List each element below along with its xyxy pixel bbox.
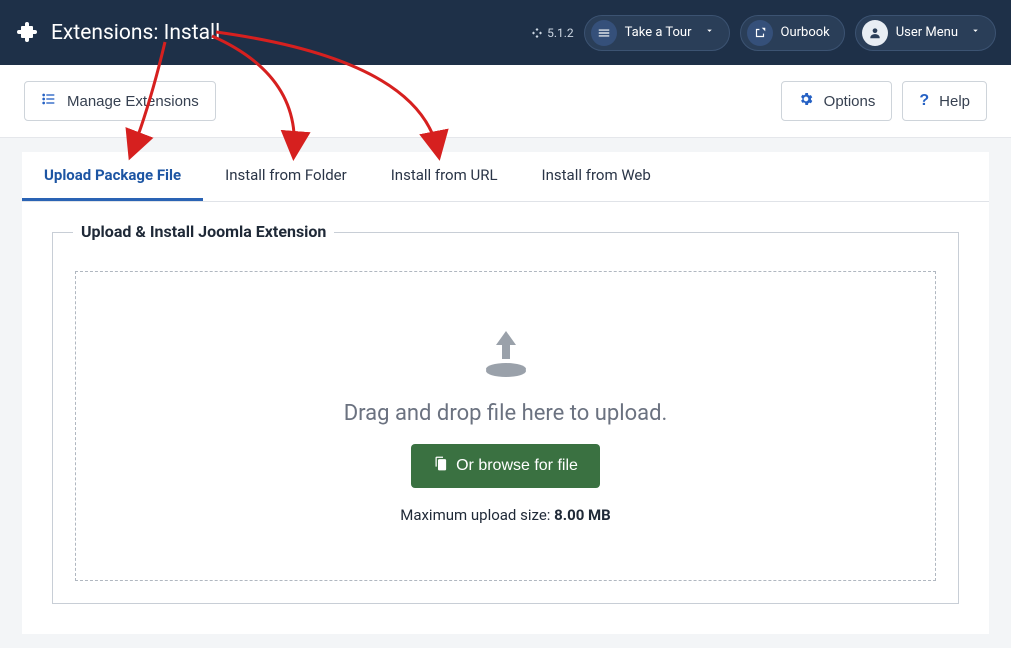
ourbook-label: Ourbook — [781, 25, 830, 40]
toolbar: Manage Extensions Options ? Help — [0, 65, 1011, 138]
puzzle-icon — [15, 19, 39, 47]
admin-header: Extensions: Install 5.1.2 Take a Tour Ou… — [0, 0, 1011, 65]
install-tabs: Upload Package File Install from Folder … — [22, 152, 989, 202]
max-upload-size: Maximum upload size: 8.00 MB — [400, 506, 611, 524]
version-badge: 5.1.2 — [531, 26, 574, 40]
gear-icon — [798, 91, 814, 111]
dropzone[interactable]: Drag and drop file here to upload. Or br… — [75, 271, 936, 581]
question-icon: ? — [919, 92, 929, 110]
content: Upload Package File Install from Folder … — [0, 138, 1011, 648]
user-icon — [862, 20, 888, 46]
tour-icon — [591, 20, 617, 46]
drop-text: Drag and drop file here to upload. — [344, 401, 668, 426]
upload-icon — [478, 329, 534, 383]
chevron-down-icon — [704, 25, 715, 40]
options-label: Options — [824, 93, 876, 110]
tab-label: Install from Web — [542, 166, 651, 184]
help-button[interactable]: ? Help — [902, 81, 987, 121]
file-copy-icon — [433, 456, 448, 476]
fieldset-legend: Upload & Install Joomla Extension — [73, 222, 334, 241]
chevron-down-icon — [970, 25, 981, 40]
browse-label: Or browse for file — [456, 457, 578, 475]
user-menu-button[interactable]: User Menu — [855, 15, 996, 51]
tab-label: Install from Folder — [225, 166, 347, 184]
joomla-icon — [531, 27, 543, 39]
upload-panel: Upload & Install Joomla Extension Drag a… — [22, 202, 989, 634]
toolbar-right: Options ? Help — [781, 81, 987, 121]
tab-label: Upload Package File — [44, 166, 181, 184]
upload-fieldset: Upload & Install Joomla Extension Drag a… — [52, 232, 959, 604]
tab-upload-package-file[interactable]: Upload Package File — [22, 152, 203, 201]
external-link-icon — [747, 20, 773, 46]
header-left: Extensions: Install — [15, 19, 220, 47]
help-label: Help — [939, 93, 970, 110]
page-title: Extensions: Install — [51, 21, 220, 45]
browse-file-button[interactable]: Or browse for file — [411, 444, 600, 488]
ourbook-button[interactable]: Ourbook — [740, 15, 845, 51]
header-right: 5.1.2 Take a Tour Ourbook User Menu — [531, 15, 996, 51]
tab-install-from-url[interactable]: Install from URL — [369, 152, 520, 201]
options-button[interactable]: Options — [781, 81, 893, 121]
manage-extensions-button[interactable]: Manage Extensions — [24, 81, 216, 121]
take-a-tour-label: Take a Tour — [625, 25, 692, 40]
tab-label: Install from URL — [391, 166, 498, 184]
tab-install-from-folder[interactable]: Install from Folder — [203, 152, 369, 201]
version-text: 5.1.2 — [547, 26, 574, 40]
take-a-tour-button[interactable]: Take a Tour — [584, 15, 730, 51]
tab-install-from-web[interactable]: Install from Web — [520, 152, 673, 201]
max-size-label: Maximum upload size: — [400, 506, 554, 524]
list-icon — [41, 91, 57, 111]
manage-extensions-label: Manage Extensions — [67, 93, 199, 110]
max-size-value: 8.00 MB — [554, 506, 611, 524]
user-menu-label: User Menu — [896, 25, 958, 40]
